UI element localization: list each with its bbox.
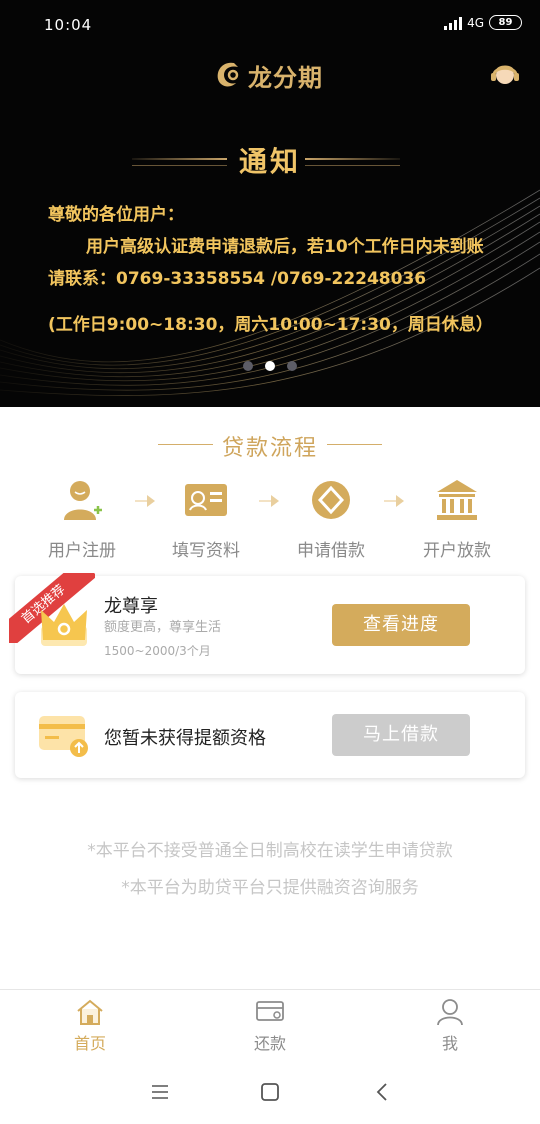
step-register: 用户注册	[22, 478, 142, 561]
check-progress-button[interactable]: 查看进度	[332, 604, 470, 646]
system-navigation-bar	[0, 1059, 540, 1124]
carousel-dot[interactable]	[243, 361, 253, 371]
step-apply-loan: 申请借款	[271, 478, 391, 561]
status-bar: 10:04 4G 89	[0, 0, 540, 50]
bottom-tab-bar: 首页 还款 我	[0, 989, 540, 1059]
notice-body: 用户高级认证费申请退款后，若10个工作日内未到账	[86, 237, 484, 257]
user-add-icon	[64, 481, 102, 520]
tab-home[interactable]: 首页	[45, 998, 135, 1054]
notice-hours: (工作日9:00~18:30，周六10:00~17:30，周日休息）	[48, 315, 493, 335]
tab-me[interactable]: 我	[405, 998, 495, 1054]
carousel-dot-active[interactable]	[265, 361, 275, 371]
profile-icon	[437, 999, 463, 1026]
quota-status-text: 您暂未获得提额资格	[104, 728, 266, 749]
home-icon	[77, 999, 103, 1025]
step-disburse: 开户放款	[397, 478, 517, 561]
step-label: 用户注册	[48, 541, 116, 561]
borrow-now-button[interactable]: 马上借款	[332, 714, 470, 756]
app-header: 龙分期	[0, 56, 540, 96]
loan-process-title: 贷款流程	[221, 436, 318, 461]
card-upgrade-icon	[39, 716, 88, 757]
product-card[interactable]: 首选推荐 龙尊享 额度更高，尊享生活 1500~2000/3个月 查看进度	[9, 573, 525, 674]
crown-icon	[41, 604, 87, 646]
customer-service-icon[interactable]	[488, 58, 522, 92]
step-fill-info: 填写资料	[146, 478, 266, 561]
step-label: 开户放款	[423, 541, 491, 561]
notice-banner[interactable]: 10:04 4G 89 龙分期 通知 尊敬的各位用户： 用户高级认证费申请退款后…	[0, 0, 540, 407]
app-title: 龙分期	[248, 64, 323, 92]
disclaimer-students: *本平台不接受普通全日制高校在读学生申请贷款	[87, 841, 453, 861]
home-square-icon[interactable]	[259, 1081, 281, 1103]
coin-icon	[312, 481, 350, 519]
battery-level: 89	[498, 17, 513, 28]
back-icon[interactable]	[372, 1081, 394, 1103]
network-type: 4G	[467, 15, 484, 30]
notice-contact: 请联系：0769-33358554 /0769-22248036	[48, 269, 427, 289]
quota-card[interactable]: 您暂未获得提额资格 马上借款	[15, 692, 525, 778]
id-card-icon	[185, 484, 227, 516]
carousel-indicator	[0, 361, 540, 371]
battery-icon: 89	[489, 15, 522, 30]
menu-icon[interactable]	[149, 1081, 171, 1103]
dragon-logo-icon	[217, 62, 239, 87]
disclaimer-service: *本平台为助贷平台只提供融资咨询服务	[121, 878, 419, 898]
tab-repay[interactable]: 还款	[225, 998, 315, 1054]
notice-greeting: 尊敬的各位用户：	[48, 205, 184, 225]
tab-label: 我	[441, 1034, 458, 1053]
step-label: 申请借款	[297, 541, 365, 561]
signal-icon	[444, 16, 463, 30]
tab-label: 还款	[253, 1034, 286, 1053]
repay-card-icon	[256, 1001, 284, 1021]
product-subtitle: 额度更高，尊享生活	[104, 620, 222, 635]
loan-process-heading: 贷款流程	[0, 430, 540, 462]
product-range: 1500~2000/3个月	[104, 644, 211, 658]
tab-label: 首页	[73, 1034, 106, 1053]
bank-icon	[437, 480, 477, 520]
carousel-dot[interactable]	[287, 361, 297, 371]
notice-title: 通知	[0, 140, 540, 180]
loan-process-steps: 用户注册 填写资料 申请借款 开户放款	[0, 478, 540, 561]
product-title: 龙尊享	[104, 596, 158, 617]
notice-title-text: 通知	[238, 145, 301, 178]
step-label: 填写资料	[172, 541, 240, 561]
status-time: 10:04	[44, 16, 93, 34]
